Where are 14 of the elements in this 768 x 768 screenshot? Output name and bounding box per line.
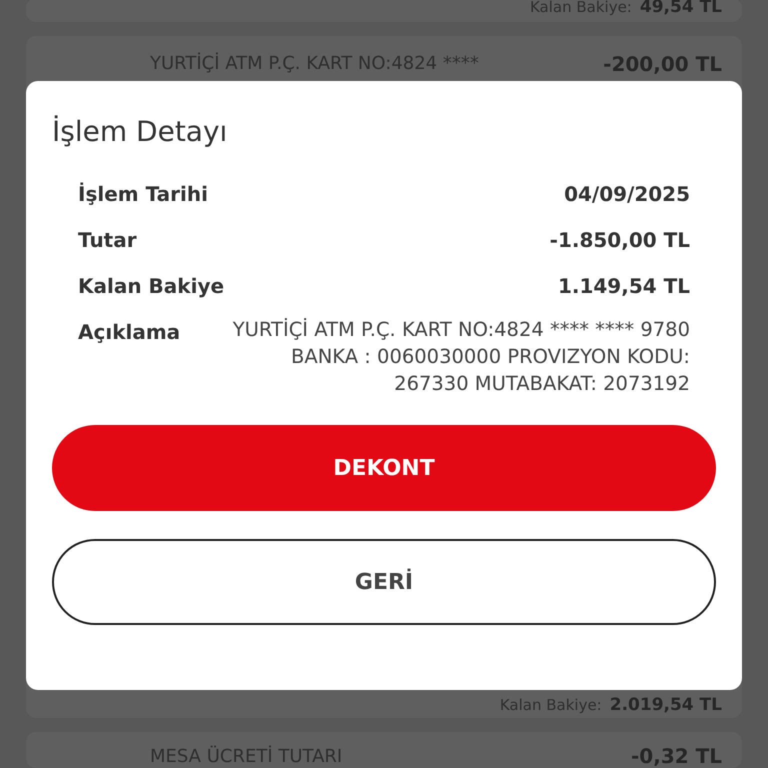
detail-label: Tutar (78, 228, 137, 252)
transaction-amount: -200,00 TL (603, 52, 722, 76)
detail-value: -1.850,00 TL (550, 228, 690, 252)
detail-label: Açıklama (78, 320, 180, 344)
receipt-button[interactable]: DEKONT (52, 425, 716, 511)
back-button[interactable]: GERİ (52, 539, 716, 625)
dialog-title: İşlem Detayı (52, 115, 228, 148)
detail-value: 04/09/2025 (564, 182, 690, 206)
detail-value: YURTİÇİ ATM P.Ç. KART NO:4824 **** **** 9780 BANKA : 0060030000 PROVIZYON KODU: 267330 MUTABAKAT: 2073192 (232, 317, 690, 397)
detail-label: İşlem Tarihi (78, 182, 208, 206)
transaction-amount: -0,32 TL (631, 744, 722, 768)
detail-label: Kalan Bakiye (78, 274, 224, 298)
balance-amount: 2.019,54 TL (610, 696, 722, 714)
detail-value: 1.149,54 TL (558, 274, 690, 298)
